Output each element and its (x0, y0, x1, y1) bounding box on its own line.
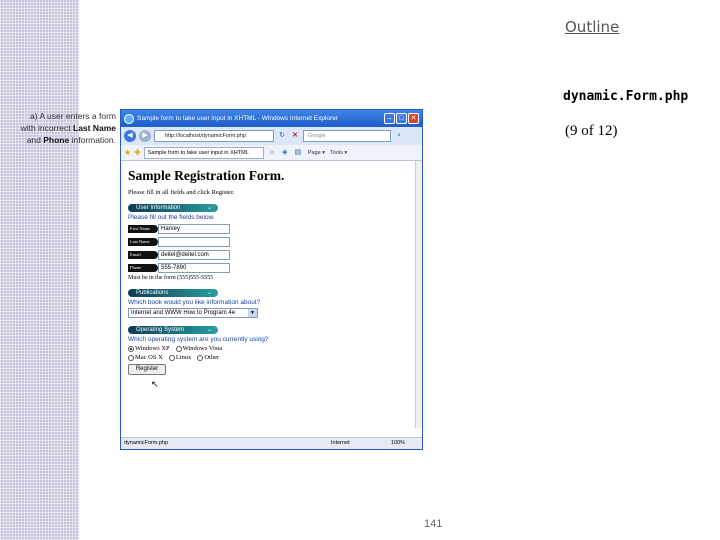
mouse-pointer-icon: ↖ (151, 379, 159, 389)
address-input[interactable]: http://localhost/dynamicForm.php (154, 130, 274, 142)
user-subhead: Please fill out the fields below. (128, 214, 215, 221)
first-name-input[interactable]: Harvey (158, 223, 230, 234)
browser-titlebar: Sample form to take user input in XHTML … (121, 110, 422, 127)
last-name-input[interactable] (158, 236, 230, 247)
stop-icon[interactable]: ✕ (290, 131, 300, 141)
ie-logo-icon (124, 113, 134, 124)
status-bar: dynamicForm.php Internet 100% (121, 437, 422, 449)
caption-text-end: information. (69, 135, 116, 145)
chevron-down-icon: ⌄ (206, 327, 212, 333)
slide-counter: (9 of 12) (565, 123, 618, 139)
caption-bold-phone: Phone (43, 135, 70, 145)
last-name-label: Last Name (128, 237, 158, 246)
radio-option-windows-vista[interactable]: Windows Vista (175, 345, 223, 352)
section-label: Operating System (136, 327, 185, 333)
close-icon[interactable]: ✕ (408, 113, 419, 124)
os-radio-row-1: Windows XP Windows Vista (128, 345, 415, 352)
radio-label: Other (204, 354, 220, 361)
security-zone: Internet (331, 440, 350, 446)
add-favorite-icon[interactable]: ✚ (134, 148, 141, 157)
form-intro: Please fill in all fields and click Regi… (128, 189, 235, 196)
dropdown-arrow-icon[interactable]: ▼ (248, 309, 257, 317)
search-icon[interactable]: ⌕ (394, 131, 404, 141)
slide-file-name: dynamic.Form.php (563, 89, 689, 104)
forward-icon[interactable]: ▶ (139, 130, 151, 142)
radio-label: Windows Vista (182, 345, 223, 352)
radio-label: Linux (175, 354, 192, 361)
status-text: dynamicForm.php (124, 440, 169, 446)
field-row-last-name: Last Name (128, 236, 415, 247)
favorites-star-icon[interactable]: ★ (124, 148, 131, 157)
caption-bold-last-name: Last Name (73, 123, 116, 133)
section-user-information: User Information ⌄ (128, 204, 218, 212)
address-bar: ◀ ▶ http://localhost/dynamicForm.php ↻ ✕… (121, 127, 422, 145)
form-heading: Sample Registration Form. (128, 168, 285, 183)
radio-option-mac-os-x[interactable]: Mac OS X (128, 354, 163, 361)
figure-caption: a) A user enters a form with incorrect L… (18, 110, 116, 146)
back-icon[interactable]: ◀ (124, 130, 136, 142)
book-select-value: Internet and WWW How to Program 4e (131, 310, 236, 316)
minimize-icon[interactable]: – (384, 113, 395, 124)
zoom-level[interactable]: 100% (391, 438, 421, 449)
os-subhead: Which operating system are you currently… (128, 336, 269, 343)
phone-input[interactable]: 555-7890 (158, 262, 230, 273)
radio-button[interactable] (175, 345, 182, 352)
caption-text-and: and (26, 135, 44, 145)
radio-option-other[interactable]: Other (197, 354, 219, 361)
phone-label: Phone (128, 263, 158, 272)
radio-button[interactable] (128, 354, 134, 361)
home-icon[interactable]: ⌂ (267, 148, 277, 158)
search-input[interactable]: Google (303, 130, 391, 142)
maximize-icon[interactable]: □ (396, 113, 407, 124)
register-button[interactable]: Register (128, 364, 166, 375)
os-radio-row-2: Mac OS X Linux Other (128, 354, 415, 361)
email-input[interactable]: deitel@deitel.com (158, 249, 230, 260)
window-title: Sample form to take user input in XHTML … (137, 115, 338, 122)
browser-window: Sample form to take user input in XHTML … (120, 109, 423, 450)
field-row-phone: Phone 555-7890 (128, 262, 415, 273)
book-select[interactable]: Internet and WWW How to Program 4e ▼ (128, 308, 258, 318)
tab-bar: ★ ✚ Sample form to take user input in XH… (121, 145, 422, 161)
vertical-scrollbar[interactable] (415, 161, 422, 428)
page-number: 141 (424, 518, 443, 530)
outline-link[interactable]: Outline (565, 18, 619, 36)
phone-format-hint: Must be in the form (555)555-5555 (128, 275, 214, 281)
tools-menu[interactable]: Tools ▾ (330, 150, 347, 156)
print-icon[interactable]: ▤ (293, 148, 303, 158)
page-menu[interactable]: Page ▾ (308, 150, 325, 156)
radio-button[interactable] (197, 354, 204, 361)
section-label: Publications (136, 290, 169, 296)
radio-label: Windows XP (135, 345, 170, 352)
email-label: Email (128, 250, 158, 259)
chevron-down-icon: ⌄ (206, 205, 212, 211)
first-name-label: First Name (128, 224, 158, 233)
radio-button[interactable] (128, 345, 134, 352)
section-publications: Publications ⌄ (128, 289, 218, 297)
publications-subhead: Which book would you like information ab… (128, 299, 261, 306)
field-row-first-name: First Name Harvey (128, 223, 415, 234)
radio-button[interactable] (168, 354, 175, 361)
section-label: User Information (136, 205, 181, 211)
decorative-side-strip (0, 0, 79, 540)
tab-current-page[interactable]: Sample form to take user input in XHTML (143, 146, 264, 159)
chevron-down-icon: ⌄ (206, 290, 212, 296)
section-operating-system: Operating System ⌄ (128, 326, 218, 334)
radio-option-windows-xp[interactable]: Windows XP (128, 345, 170, 352)
radio-label: Mac OS X (135, 354, 163, 361)
page-content: Sample Registration Form. Please fill in… (121, 161, 422, 428)
radio-option-linux[interactable]: Linux (168, 354, 192, 361)
field-row-email: Email deitel@deitel.com (128, 249, 415, 260)
refresh-icon[interactable]: ↻ (277, 131, 287, 141)
feeds-icon[interactable]: ◈ (280, 148, 290, 158)
